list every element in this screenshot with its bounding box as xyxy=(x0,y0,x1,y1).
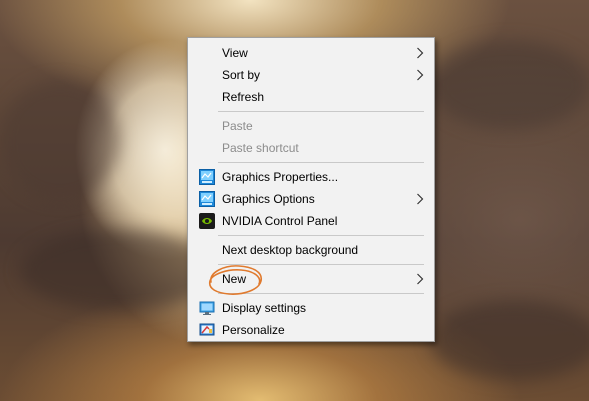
menu-item-label: New xyxy=(222,272,247,286)
chevron-right-icon xyxy=(417,47,424,59)
menu-item-label: NVIDIA Control Panel xyxy=(222,214,338,228)
cloud-decoration xyxy=(0,80,120,200)
menu-item-label: Display settings xyxy=(222,301,307,315)
menu-item-personalize[interactable]: Personalize xyxy=(190,319,432,341)
chevron-right-icon xyxy=(417,193,424,205)
menu-item-nvidia-control-panel[interactable]: NVIDIA Control Panel xyxy=(190,210,432,232)
chevron-right-icon xyxy=(417,273,424,285)
menu-separator xyxy=(218,235,424,236)
menu-item-label: Refresh xyxy=(222,90,265,104)
menu-item-label: Next desktop background xyxy=(222,243,359,257)
menu-item-label: View xyxy=(222,46,248,60)
menu-item-new[interactable]: New xyxy=(190,268,432,290)
menu-item-label: Paste shortcut xyxy=(222,141,299,155)
chevron-right-icon xyxy=(417,69,424,81)
menu-item-paste-shortcut: Paste shortcut xyxy=(190,137,432,159)
cloud-decoration xyxy=(430,300,589,380)
menu-item-next-desktop-background[interactable]: Next desktop background xyxy=(190,239,432,261)
menu-separator xyxy=(218,111,424,112)
menu-item-sort-by[interactable]: Sort by xyxy=(190,64,432,86)
menu-item-display-settings[interactable]: Display settings xyxy=(190,297,432,319)
intel-graphics-icon xyxy=(199,169,215,185)
display-settings-icon xyxy=(199,301,215,315)
menu-item-label: Sort by xyxy=(222,68,261,82)
menu-item-label: Graphics Options xyxy=(222,192,315,206)
menu-separator xyxy=(218,264,424,265)
menu-item-refresh[interactable]: Refresh xyxy=(190,86,432,108)
intel-graphics-icon xyxy=(199,191,215,207)
nvidia-icon xyxy=(199,213,215,229)
cloud-decoration xyxy=(430,40,589,130)
desktop-background[interactable]: View Sort by Refresh Paste Paste shortcu… xyxy=(0,0,589,401)
menu-separator xyxy=(218,293,424,294)
menu-item-label: Graphics Properties... xyxy=(222,170,339,184)
menu-item-view[interactable]: View xyxy=(190,42,432,64)
menu-item-label: Paste xyxy=(222,119,253,133)
menu-item-label: Personalize xyxy=(222,323,285,337)
menu-item-graphics-properties[interactable]: Graphics Properties... xyxy=(190,166,432,188)
menu-item-graphics-options[interactable]: Graphics Options xyxy=(190,188,432,210)
menu-item-paste: Paste xyxy=(190,115,432,137)
personalize-icon xyxy=(199,323,215,336)
desktop-context-menu: View Sort by Refresh Paste Paste shortcu… xyxy=(187,37,435,342)
menu-separator xyxy=(218,162,424,163)
